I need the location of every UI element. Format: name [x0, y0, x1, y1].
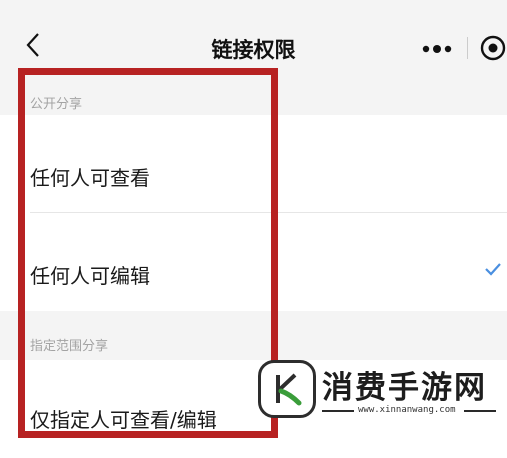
watermark-url: www.xinnanwang.com — [358, 405, 456, 415]
watermark-logo — [258, 360, 316, 418]
option-anyone-can-view[interactable]: 任何人可查看 — [0, 115, 507, 213]
option-anyone-can-edit[interactable]: 任何人可编辑 — [0, 213, 507, 311]
section-label-specified-share: 指定范围分享 — [30, 339, 109, 354]
capsule-divider — [467, 37, 468, 59]
checkmark-icon — [485, 263, 501, 276]
watermark-line-right — [464, 410, 496, 412]
target-close-icon[interactable] — [479, 34, 507, 62]
option-label: 任何人可查看 — [30, 166, 150, 190]
more-dots-icon[interactable] — [417, 39, 457, 59]
option-label: 仅指定人可查看/编辑 — [30, 408, 217, 432]
watermark-k-icon — [276, 373, 302, 406]
section-label-public-share: 公开分享 — [30, 97, 83, 112]
mini-program-capsule — [405, 31, 507, 65]
watermark-line-left — [322, 410, 354, 412]
navigation-bar: 链接权限 — [0, 0, 507, 80]
watermark-brand: 消费手游网 — [322, 370, 487, 406]
option-label: 任何人可编辑 — [30, 264, 150, 288]
